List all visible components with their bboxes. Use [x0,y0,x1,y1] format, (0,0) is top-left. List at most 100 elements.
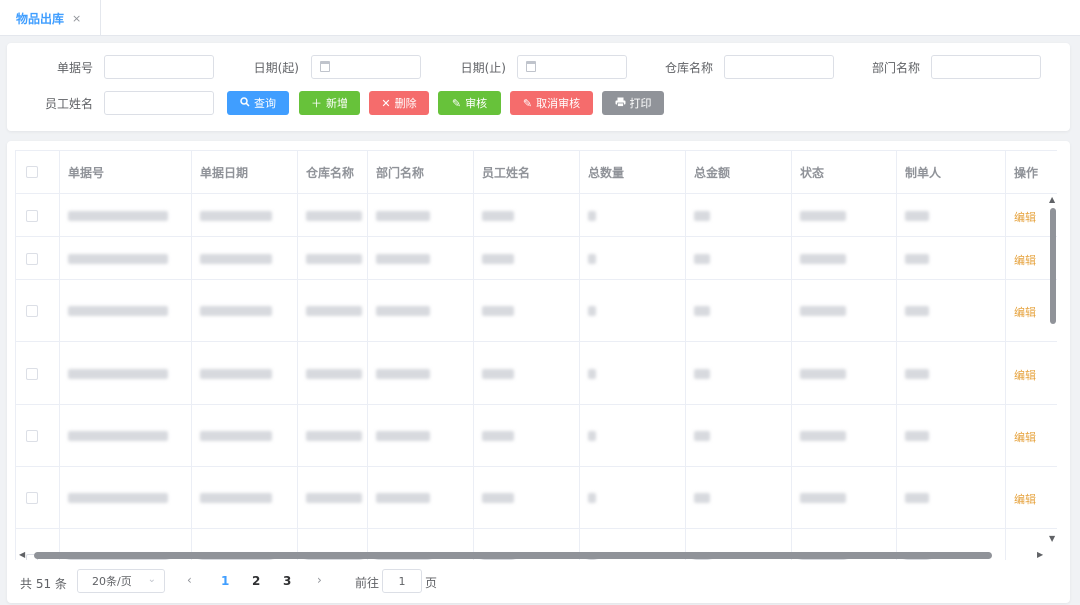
edit-link[interactable]: 编辑 [1014,304,1036,320]
redacted-value [905,211,929,221]
redacted-value [200,306,272,316]
action-cell: 编辑 [1006,405,1057,466]
table-cell [298,237,368,279]
doc-no-input[interactable] [104,55,214,79]
horizontal-scrollbar[interactable] [34,552,992,559]
redacted-value [306,493,362,503]
table-cell [368,342,474,404]
page-size-select[interactable]: 20条/页 ⌄ [77,569,165,593]
redacted-value [800,211,846,221]
row-checkbox[interactable] [26,368,38,380]
redacted-value [200,211,272,221]
tab-item-outbound[interactable]: 物品出库 × [0,0,101,36]
table-cell [60,405,192,466]
row-checkbox[interactable] [26,430,38,442]
table-cell [298,194,368,236]
row-checkbox[interactable] [26,492,38,504]
edit-link[interactable]: 编辑 [1014,209,1036,225]
redacted-value [588,211,596,221]
redacted-value [376,306,430,316]
goto-page-value: 1 [398,574,406,588]
page-1[interactable]: 1 [221,574,229,588]
table-cell [298,342,368,404]
table-cell [686,194,792,236]
table-cell [580,342,686,404]
printer-icon [615,97,626,110]
warehouse-input[interactable] [724,55,834,79]
redacted-value [200,369,272,379]
date-end-label: 日期(止) [460,61,506,75]
table-cell [368,405,474,466]
table-cell [60,342,192,404]
department-input[interactable] [931,55,1041,79]
table-cell [580,280,686,341]
add-button[interactable]: ＋ 新增 [299,91,360,115]
page-2[interactable]: 2 [252,574,260,588]
page-3[interactable]: 3 [283,574,291,588]
table-cell [686,467,792,528]
filter-panel: 单据号 日期(起) 日期(止) 仓库名称 部门名称 员工姓名 查询 ＋ 新增 ✕… [7,43,1070,131]
table-panel: 单据号 单据日期 仓库名称 部门名称 员工姓名 总数量 总金额 状态 制单人 操作 编辑 编辑 编辑编… [7,141,1070,603]
action-cell: 编辑 [1006,467,1057,528]
query-button[interactable]: 查询 [227,91,289,115]
edit-link[interactable]: 编辑 [1014,491,1036,507]
edit-icon: ✎ [451,96,462,110]
table-row[interactable]: 编辑 [16,194,1057,237]
employee-input[interactable] [104,91,214,115]
select-all-checkbox[interactable] [26,166,38,178]
action-cell: 编辑 [1006,342,1057,404]
close-icon[interactable]: × [72,12,81,25]
table-row[interactable]: 编辑 [16,280,1057,342]
row-checkbox-cell [16,467,60,528]
next-page-icon[interactable]: › [317,573,322,587]
print-button[interactable]: 打印 [602,91,664,115]
table-cell [897,280,1006,341]
scroll-down-arrow-icon[interactable]: ▼ [1049,534,1055,543]
table-row[interactable]: 编辑 [16,342,1057,405]
cancel-audit-button[interactable]: ✎ 取消审核 [510,91,593,115]
table-cell [580,194,686,236]
table-cell [897,342,1006,404]
table-cell [298,280,368,341]
column-header: 总金额 [686,151,792,193]
redacted-value [694,369,710,379]
redacted-value [376,211,430,221]
scroll-up-arrow-icon[interactable]: ▲ [1049,195,1055,204]
table-row[interactable]: 编辑 [16,237,1057,280]
table-row[interactable]: 编辑 [16,467,1057,529]
row-checkbox[interactable] [26,210,38,222]
redacted-value [482,306,514,316]
table-cell [897,237,1006,279]
date-end-input[interactable] [517,55,627,79]
row-checkbox[interactable] [26,253,38,265]
redacted-value [482,493,514,503]
redacted-value [694,431,710,441]
add-label: 新增 [326,97,348,110]
row-checkbox-cell [16,194,60,236]
edit-link[interactable]: 编辑 [1014,252,1036,268]
goto-page-input[interactable]: 1 [382,569,422,593]
table-cell [60,237,192,279]
redacted-value [306,211,362,221]
table-row[interactable]: 编辑 [16,405,1057,467]
table-cell [474,405,580,466]
goto-label: 前往 [355,576,380,590]
row-checkbox[interactable] [26,305,38,317]
redacted-value [68,493,168,503]
vertical-scrollbar[interactable] [1050,208,1056,324]
date-start-input[interactable] [311,55,421,79]
prev-page-icon[interactable]: ‹ [187,573,192,587]
table-cell [192,194,298,236]
delete-button[interactable]: ✕ 删除 [369,91,429,115]
department-label: 部门名称 [871,61,920,75]
scroll-left-arrow-icon[interactable]: ◀ [19,550,25,559]
redacted-value [482,369,514,379]
edit-link[interactable]: 编辑 [1014,367,1036,383]
column-header: 员工姓名 [474,151,580,193]
delete-label: 删除 [394,97,417,110]
scroll-right-arrow-icon[interactable]: ▶ [1037,550,1043,559]
redacted-value [905,254,929,264]
edit-link[interactable]: 编辑 [1014,429,1036,445]
table-cell [60,467,192,528]
audit-button[interactable]: ✎ 审核 [438,91,501,115]
